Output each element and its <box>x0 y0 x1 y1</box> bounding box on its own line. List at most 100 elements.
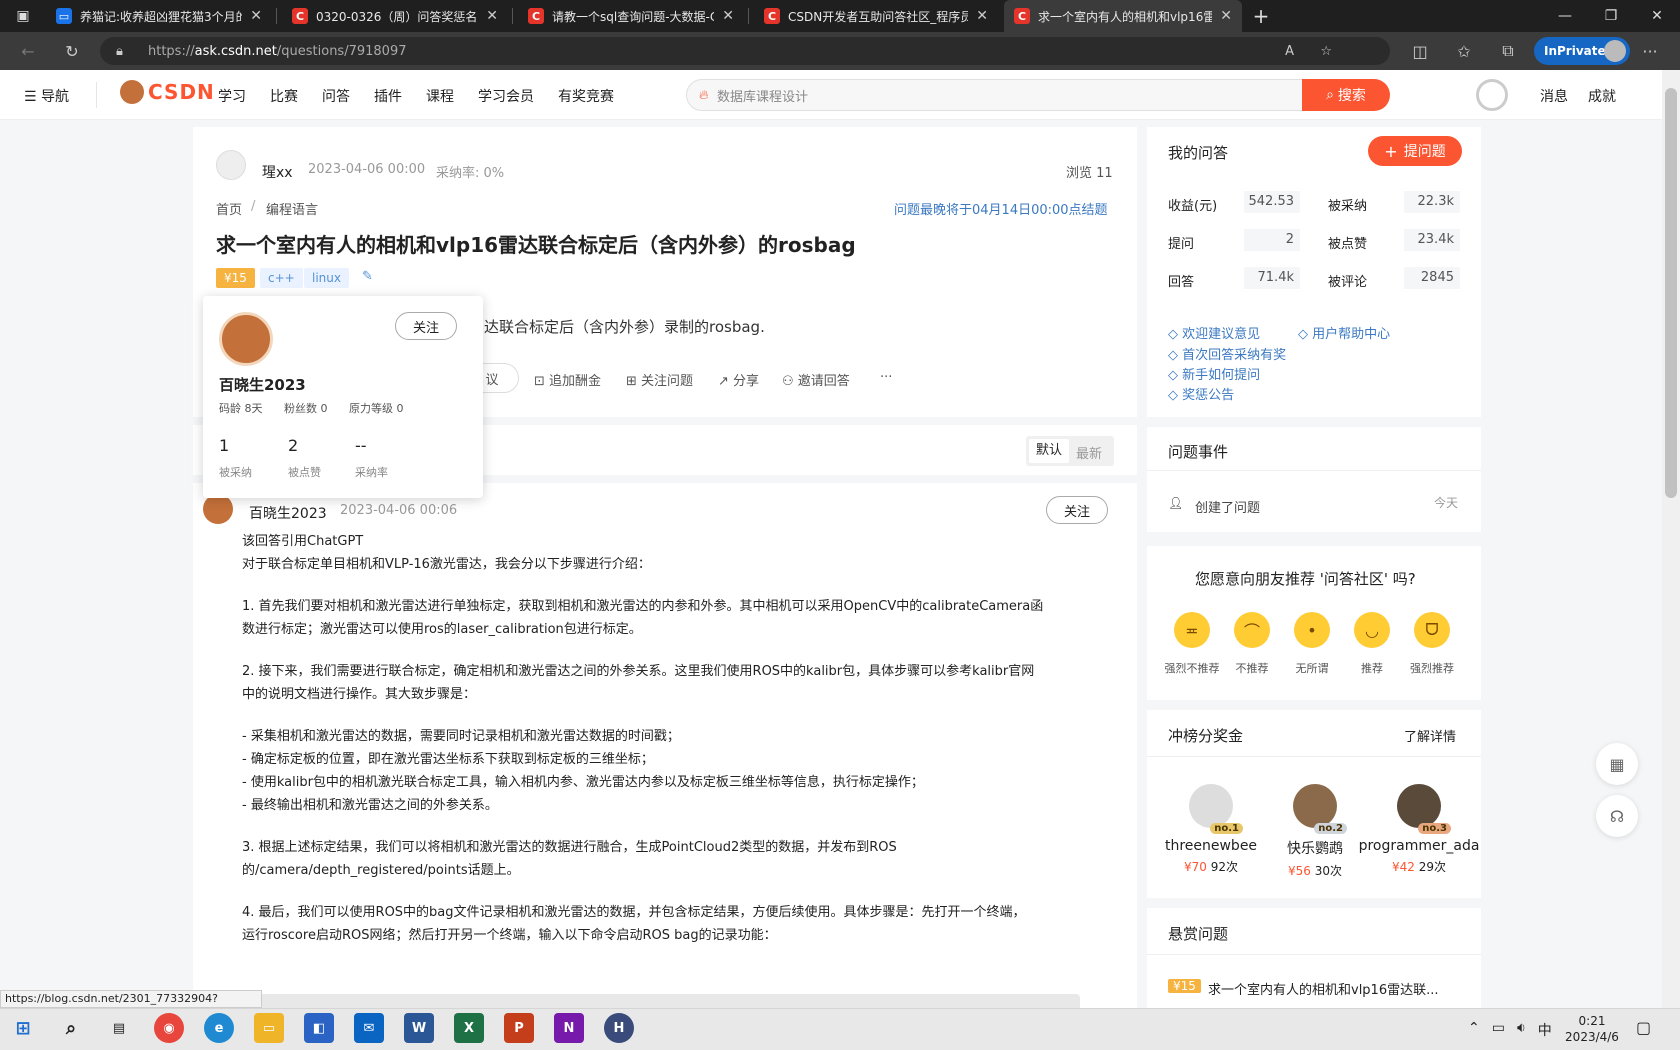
sort-default[interactable]: 默认 <box>1029 439 1069 463</box>
browser-tab-4[interactable]: C CSDN开发者互助问答社区_程序员 ✕ <box>754 0 998 32</box>
tab-close-icon[interactable]: ✕ <box>1220 8 1232 24</box>
windows-start-icon[interactable]: ⊞ <box>8 1013 38 1043</box>
author-avatar[interactable] <box>216 150 246 180</box>
nav-course[interactable]: 课程 <box>426 86 454 106</box>
more-menu-icon[interactable]: ··· <box>1636 37 1664 65</box>
read-aloud-icon[interactable]: A <box>1285 44 1294 59</box>
share-button[interactable]: ↗ 分享 <box>718 370 759 389</box>
nav-menu-button[interactable]: ☰ 导航 <box>24 86 69 106</box>
breadcrumb-category[interactable]: 编程语言 <box>266 199 318 218</box>
answer-line: 1. 首先我们要对相机和激光雷达进行单独标定，获取到相机和激光雷达的内参和外参。… <box>242 599 1044 614</box>
rank-more-link[interactable]: 了解详情 <box>1404 726 1456 745</box>
back-icon[interactable]: ← <box>14 37 42 65</box>
rank-item-3[interactable]: no.3 programmer_ada ¥42 29次 <box>1354 784 1484 875</box>
tab-actions-icon[interactable]: ▣ <box>0 0 46 32</box>
minimize-icon[interactable]: — <box>1542 0 1588 32</box>
task-view-icon[interactable]: ▤ <box>104 1013 134 1043</box>
accept-rate: 采纳率: 0% <box>436 166 505 181</box>
invite-answer-button[interactable]: ⚇ 邀请回答 <box>782 370 850 389</box>
bounty-question-link[interactable]: 求一个室内有人的相机和vlp16雷达联... <box>1208 979 1439 998</box>
nav-prize[interactable]: 有奖竞赛 <box>558 86 614 106</box>
tag-linux[interactable]: linux <box>304 268 349 288</box>
onenote-icon[interactable]: N <box>554 1013 584 1043</box>
input-language[interactable]: 中 <box>1538 1020 1552 1040</box>
powerpoint-icon[interactable]: P <box>504 1013 534 1043</box>
search-button[interactable]: ⌕ 搜索 <box>1302 79 1390 111</box>
csdn-logo[interactable]: CSDN <box>120 80 215 104</box>
sort-latest[interactable]: 最新 <box>1076 443 1102 462</box>
browser-tab-3[interactable]: C 请教一个sql查询问题-大数据-CSDN问答 ✕ <box>518 0 744 32</box>
add-favorite-icon[interactable]: ☆ <box>1320 44 1332 59</box>
tab-close-icon[interactable]: ✕ <box>486 8 498 24</box>
file-explorer-icon[interactable]: ▭ <box>254 1013 284 1043</box>
link-first-answer[interactable]: ◇ 首次回答采纳有奖 <box>1168 344 1286 363</box>
word-icon[interactable]: W <box>404 1013 434 1043</box>
mail-icon[interactable]: ✉ <box>354 1013 384 1043</box>
notification-icon[interactable]: ▢ <box>1636 1018 1651 1037</box>
emoji-not-icon[interactable]: ⌒ <box>1234 612 1270 648</box>
qrcode-icon[interactable]: ▦ <box>1596 743 1638 785</box>
browser-tab-1[interactable]: ▭ 养猫记:收养超凶狸花猫3个月的变化 ✕ <box>46 0 272 32</box>
ask-question-button[interactable]: + 提问题 <box>1368 136 1462 166</box>
answerer-avatar[interactable] <box>203 494 233 524</box>
store-icon[interactable]: ◧ <box>304 1013 334 1043</box>
tab-close-icon[interactable]: ✕ <box>250 8 262 24</box>
new-tab-icon[interactable]: + <box>1238 0 1284 32</box>
taskbar-clock[interactable]: 0:21 2023/4/6 <box>1564 1013 1620 1045</box>
answer-line <box>242 706 1122 725</box>
windows-taskbar <box>0 1008 1680 1050</box>
question-author[interactable]: 瑆xx <box>262 162 293 182</box>
chrome-icon[interactable]: ◉ <box>154 1013 184 1043</box>
more-actions-icon[interactable]: ··· <box>880 370 892 385</box>
emoji-strongly-not-icon[interactable]: ≖ <box>1174 612 1210 648</box>
split-screen-icon[interactable]: ◫ <box>1406 37 1434 65</box>
popup-follow-button[interactable]: 关注 <box>395 312 457 340</box>
emoji-neutral-icon[interactable]: • <box>1294 612 1330 648</box>
network-icon[interactable]: ▭ <box>1492 1020 1505 1040</box>
link-rewards[interactable]: ◇ 奖惩公告 <box>1168 384 1234 403</box>
taskbar-search-icon[interactable]: ⌕ <box>56 1013 86 1043</box>
nav-learn[interactable]: 学习 <box>218 86 246 106</box>
collections-icon[interactable]: ⧉ <box>1494 37 1522 65</box>
emoji-recommend-icon[interactable]: ◡ <box>1354 612 1390 648</box>
header-achievement[interactable]: 成就 <box>1588 86 1616 106</box>
breadcrumb-home[interactable]: 首页 <box>216 199 242 218</box>
search-input[interactable]: 🔥︎ 数据库课程设计 <box>686 79 1304 111</box>
browser-tab-2[interactable]: C 0320-0326（周）问答奖惩名单公示 ✕ <box>282 0 508 32</box>
nav-plugin[interactable]: 插件 <box>374 86 402 106</box>
inprivate-badge[interactable]: InPrivate <box>1534 37 1630 65</box>
popup-avatar[interactable] <box>219 312 273 366</box>
emoji-strongly-recommend-icon[interactable]: ᗜ <box>1414 612 1450 648</box>
customer-service-icon[interactable]: ☊ <box>1596 795 1638 837</box>
header-messages[interactable]: 消息 <box>1540 86 1568 106</box>
link-feedback[interactable]: ◇ 欢迎建议意见 <box>1168 323 1260 342</box>
add-bounty-button[interactable]: ⊡ 追加酬金 <box>534 370 601 389</box>
restore-icon[interactable]: ❐ <box>1588 0 1634 32</box>
follow-question-button[interactable]: ⊞ 关注问题 <box>626 370 693 389</box>
edit-tags-icon[interactable]: ✎ <box>362 269 373 284</box>
nav-qa[interactable]: 问答 <box>322 86 350 106</box>
window-close-icon[interactable]: ✕ <box>1634 0 1680 32</box>
scrollbar-thumb[interactable] <box>1665 88 1677 498</box>
rank-avatar: no.3 <box>1397 784 1451 834</box>
link-help-center[interactable]: ◇ 用户帮助中心 <box>1298 323 1390 342</box>
tray-chevron-icon[interactable]: ⌃ <box>1468 1020 1480 1040</box>
tab-close-icon[interactable]: ✕ <box>722 8 734 24</box>
question-date: 2023-04-06 00:00 <box>308 162 426 177</box>
user-avatar[interactable] <box>1476 79 1508 111</box>
nav-vip[interactable]: 学习会员 <box>478 86 534 106</box>
follow-answerer-button[interactable]: 关注 <box>1046 496 1108 524</box>
app-icon[interactable]: H <box>604 1013 634 1043</box>
url-bar[interactable]: 🔒︎ https://ask.csdn.net/questions/791809… <box>100 37 1390 65</box>
answer-author[interactable]: 百晓生2023 <box>249 503 327 523</box>
nav-contest[interactable]: 比赛 <box>270 86 298 106</box>
favorites-icon[interactable]: ✩ <box>1450 37 1478 65</box>
edge-icon[interactable]: e <box>204 1013 234 1043</box>
tab-close-icon[interactable]: ✕ <box>976 8 988 24</box>
excel-icon[interactable]: X <box>454 1013 484 1043</box>
link-how-to-ask[interactable]: ◇ 新手如何提问 <box>1168 364 1260 383</box>
refresh-icon[interactable]: ↻ <box>58 37 86 65</box>
volume-icon[interactable]: 🔉︎ <box>1517 1020 1526 1040</box>
tag-cpp[interactable]: c++ <box>260 268 303 288</box>
browser-tab-active[interactable]: C 求一个室内有人的相机和vlp16雷达联合 ✕ <box>1004 0 1242 32</box>
